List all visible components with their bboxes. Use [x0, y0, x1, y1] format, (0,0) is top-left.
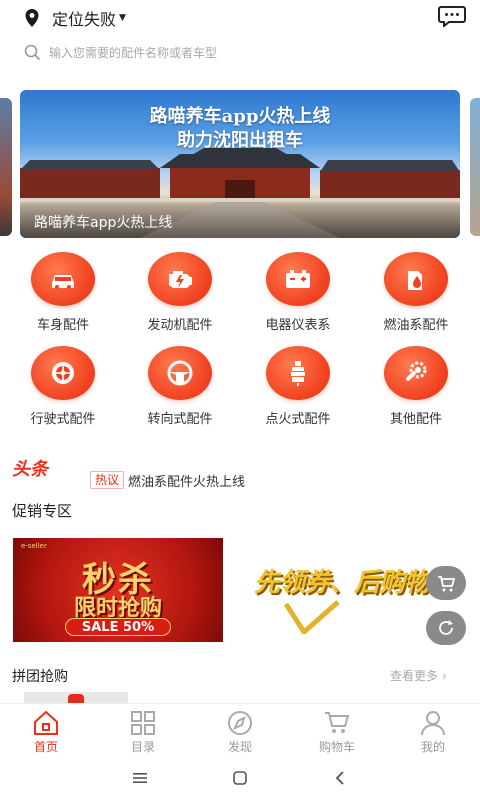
promo-section-title: 促销专区 — [12, 502, 73, 520]
category-electrical[interactable]: 电器仪表系 — [248, 252, 348, 333]
category-car-body[interactable]: 车身配件 — [13, 252, 113, 333]
tab-label: 首页 — [33, 740, 58, 754]
chevron-down-icon: ▼ — [119, 13, 126, 23]
category-ignition[interactable]: 点火式配件 — [248, 346, 348, 427]
battery-icon — [286, 270, 310, 288]
float-cart-button[interactable] — [426, 566, 466, 600]
location-selector[interactable]: 定位失败 ▼ — [24, 6, 126, 30]
search-bar[interactable]: 输入您需要的配件名称或者车型 — [24, 40, 456, 64]
category-chassis[interactable]: 行驶式配件 — [13, 346, 113, 427]
engine-icon — [169, 271, 192, 288]
flash-sale-banner[interactable]: e-seller 秒杀 限时抢购 SALE 50% — [13, 538, 223, 642]
tab-discover[interactable]: 发现 — [200, 710, 280, 755]
home-icon — [34, 710, 58, 735]
system-nav-bar — [0, 757, 480, 800]
fuel-icon — [408, 271, 422, 290]
category-label: 发动机配件 — [147, 318, 213, 333]
banner-prev-peek[interactable] — [0, 98, 12, 236]
bottom-tab-bar: 首页 目录 发现 购物车 我的 — [0, 703, 480, 757]
cart-icon — [325, 712, 350, 733]
banner-headline: 路喵养车app火热上线 — [149, 106, 331, 127]
view-more-link[interactable]: 查看更多 › — [390, 667, 447, 684]
float-refresh-button[interactable] — [426, 611, 466, 645]
car-body-icon — [52, 275, 74, 289]
compass-icon — [228, 711, 252, 735]
category-label: 车身配件 — [36, 318, 89, 333]
category-steering[interactable]: 转向式配件 — [130, 346, 230, 427]
user-icon — [421, 711, 445, 736]
wrench-gear-icon — [406, 361, 427, 381]
menu-icon[interactable] — [130, 769, 150, 787]
news-headline[interactable]: 燃油系配件火热上线 — [128, 471, 245, 490]
category-engine[interactable]: 发动机配件 — [130, 252, 230, 333]
tab-label: 目录 — [130, 740, 155, 754]
spark-plug-icon — [291, 361, 305, 386]
search-input[interactable]: 输入您需要的配件名称或者车型 — [49, 44, 217, 61]
location-pin-icon — [25, 9, 39, 27]
coupon-banner-text: 先领券、后购物 — [254, 568, 430, 598]
cart-icon — [438, 576, 456, 592]
promo-brand-text: e-seller — [21, 542, 47, 550]
group-buy-title: 拼团抢购 — [12, 669, 68, 685]
coupon-banner[interactable]: 先领券、后购物 — [244, 546, 456, 636]
check-v-icon — [283, 600, 340, 634]
category-label: 其他配件 — [389, 412, 442, 427]
category-label: 电器仪表系 — [265, 318, 331, 333]
category-label: 转向式配件 — [147, 412, 213, 427]
category-fuel[interactable]: 燃油系配件 — [366, 252, 466, 333]
category-label: 行驶式配件 — [30, 412, 96, 427]
category-label: 燃油系配件 — [383, 318, 449, 333]
search-icon — [24, 44, 41, 60]
category-label: 点火式配件 — [265, 412, 331, 427]
tab-label: 购物车 — [318, 740, 355, 754]
home-square-icon[interactable] — [230, 769, 250, 787]
grid-icon — [131, 711, 155, 735]
steering-wheel-icon — [167, 360, 193, 386]
back-icon[interactable] — [330, 769, 350, 787]
tab-cart[interactable]: 购物车 — [297, 710, 377, 755]
refresh-icon — [439, 620, 453, 635]
tab-label: 我的 — [420, 740, 445, 754]
news-previous-item-clipped — [88, 436, 408, 442]
news-tag: 热议 — [90, 471, 125, 489]
tab-home[interactable]: 首页 — [6, 710, 86, 755]
category-other[interactable]: 其他配件 — [366, 346, 466, 427]
location-text: 定位失败 — [52, 10, 117, 29]
chat-bubble-icon[interactable] — [438, 5, 466, 27]
banner-next-peek[interactable] — [470, 98, 480, 236]
wheel-icon — [52, 362, 74, 384]
tab-profile[interactable]: 我的 — [393, 710, 473, 755]
tab-label: 发现 — [227, 740, 252, 754]
sale-badge: SALE 50% — [65, 618, 171, 636]
banner-caption: 路喵养车app火热上线 — [20, 204, 460, 238]
banner-carousel[interactable]: 路喵养车app火热上线 助力沈阳出租车 路喵养车app火热上线 — [20, 90, 460, 238]
top-bar: 定位失败 ▼ — [0, 0, 480, 34]
headline-logo: 头条 — [12, 459, 48, 480]
tab-catalog[interactable]: 目录 — [103, 710, 183, 755]
